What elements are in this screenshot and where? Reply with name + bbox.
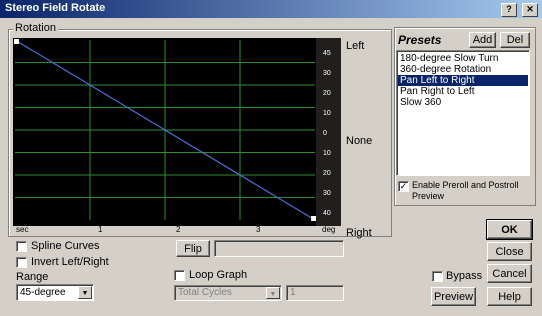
preset-item[interactable]: 360-degree Rotation bbox=[398, 64, 528, 75]
spline-curves-checkbox[interactable] bbox=[16, 241, 27, 252]
label-right: Right bbox=[346, 227, 372, 239]
rotation-graph-canvas[interactable] bbox=[13, 38, 341, 226]
cycles-input[interactable]: 1 bbox=[286, 285, 344, 301]
invert-checkbox[interactable] bbox=[16, 257, 27, 268]
y-scale-label: 20 bbox=[323, 170, 331, 177]
curve-point-end[interactable] bbox=[311, 216, 316, 221]
y-scale-label: 40 bbox=[323, 210, 331, 217]
total-cycles-text: Total Cycles bbox=[178, 287, 232, 298]
preset-item[interactable]: 180-degree Slow Turn bbox=[398, 53, 528, 64]
enable-preroll-label-2: Preview bbox=[412, 191, 445, 201]
y-scale-label: 30 bbox=[323, 70, 331, 77]
presets-label: Presets bbox=[398, 33, 442, 47]
y-scale-label: 10 bbox=[323, 110, 331, 117]
window-title: Stereo Field Rotate bbox=[5, 2, 106, 14]
range-select[interactable]: 45-degree ▼ bbox=[16, 284, 94, 301]
cancel-button[interactable]: Cancel bbox=[487, 264, 532, 283]
loop-graph-label: Loop Graph bbox=[189, 269, 248, 281]
rotation-graph[interactable]: 45 30 20 10 0 10 20 30 40 bbox=[13, 38, 341, 226]
label-none: None bbox=[346, 135, 373, 147]
presets-list[interactable]: 180-degree Slow Turn 360-degree Rotation P… bbox=[396, 50, 530, 176]
enable-preroll-label: Enable Preroll and Postroll bbox=[412, 180, 519, 190]
x-tick-1: 1 bbox=[98, 225, 103, 234]
curve-point-start[interactable] bbox=[14, 39, 19, 44]
help-icon[interactable]: ? bbox=[501, 3, 517, 17]
label-left: Left bbox=[346, 40, 365, 52]
close-icon[interactable]: ✕ bbox=[522, 3, 538, 17]
preset-item[interactable]: Slow 360 bbox=[398, 97, 528, 108]
flip-button[interactable]: Flip bbox=[176, 240, 210, 257]
x-tick-deg: deg bbox=[322, 225, 336, 234]
ok-button[interactable]: OK bbox=[486, 219, 533, 240]
x-tick-sec: sec bbox=[16, 225, 29, 234]
bypass-checkbox[interactable] bbox=[432, 271, 443, 282]
close-button[interactable]: Close bbox=[487, 242, 532, 261]
add-preset-button[interactable]: Add bbox=[469, 32, 496, 48]
title-bar: Stereo Field Rotate ? ✕ bbox=[0, 0, 542, 18]
rotation-group-label: Rotation bbox=[13, 22, 58, 34]
delete-preset-button[interactable]: Del bbox=[500, 32, 530, 48]
flip-field bbox=[214, 240, 344, 257]
preset-item[interactable]: Pan Right to Left bbox=[398, 86, 528, 97]
bypass-label: Bypass bbox=[446, 270, 483, 282]
help-button[interactable]: Help bbox=[487, 287, 532, 306]
total-cycles-dropdown-icon[interactable]: ▼ bbox=[266, 287, 280, 299]
enable-preroll-checkbox[interactable]: ✓ bbox=[398, 181, 409, 192]
preset-item[interactable]: Pan Left to Right bbox=[398, 75, 528, 86]
y-scale-label: 45 bbox=[323, 50, 331, 57]
spline-curves-label: Spline Curves bbox=[31, 240, 100, 252]
invert-label: Invert Left/Right bbox=[31, 256, 109, 268]
cycles-value: 1 bbox=[290, 287, 296, 298]
y-scale-label: 20 bbox=[323, 90, 331, 97]
x-tick-3: 3 bbox=[256, 225, 261, 234]
loop-graph-checkbox[interactable] bbox=[174, 270, 185, 281]
range-label: Range bbox=[16, 271, 49, 283]
y-scale-label: 10 bbox=[323, 150, 331, 157]
preview-button[interactable]: Preview bbox=[431, 287, 476, 306]
y-scale-label: 30 bbox=[323, 190, 331, 197]
x-tick-2: 2 bbox=[176, 225, 181, 234]
range-dropdown-icon[interactable]: ▼ bbox=[78, 286, 92, 299]
y-scale-label: 0 bbox=[323, 130, 327, 137]
range-value: 45-degree bbox=[20, 287, 66, 298]
y-scale-strip bbox=[316, 38, 341, 226]
total-cycles-select[interactable]: Total Cycles ▼ bbox=[174, 285, 282, 301]
